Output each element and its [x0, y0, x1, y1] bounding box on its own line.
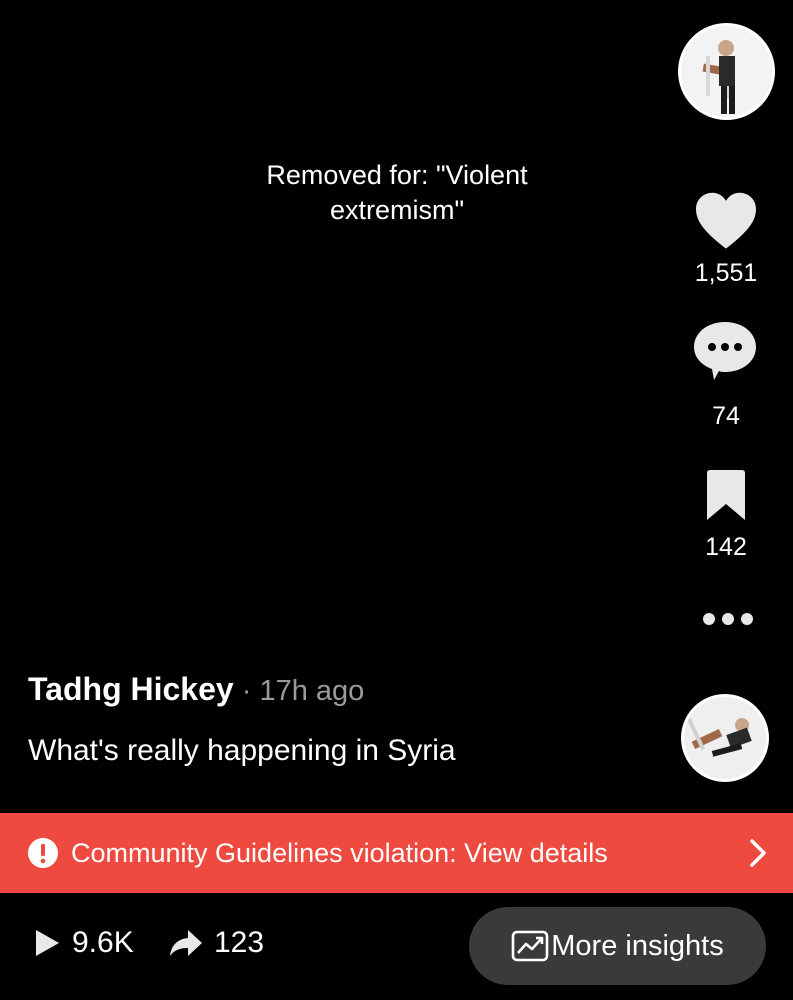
comment-count: 74 — [712, 402, 740, 430]
save-count: 142 — [705, 533, 747, 561]
removed-notice: Removed for: "Violent extremism" — [266, 160, 528, 225]
separator-dot: · — [233, 675, 260, 707]
more-insights-label: More insights — [551, 929, 724, 962]
more-options-button[interactable] — [700, 608, 756, 630]
like-button[interactable] — [693, 190, 759, 250]
views-count: 9.6K — [72, 926, 134, 959]
author-name[interactable]: Tadhg Hickey — [28, 671, 234, 707]
comment-icon — [694, 322, 756, 380]
trend-chart-icon — [511, 930, 549, 962]
alert-icon — [28, 838, 58, 868]
share-icon — [170, 930, 202, 956]
avatar-photo — [681, 26, 772, 117]
author-row: Tadhg Hickey · 17h ago — [28, 669, 364, 711]
heart-icon — [696, 192, 756, 249]
play-icon — [36, 930, 59, 956]
bookmark-icon — [707, 470, 745, 520]
sound-avatar[interactable] — [681, 694, 769, 782]
more-insights-button[interactable]: More insights — [469, 907, 766, 985]
post-time: 17h ago — [259, 675, 365, 707]
sound-photo — [684, 697, 766, 779]
views-stat: 9.6K — [32, 926, 134, 960]
profile-avatar[interactable] — [678, 23, 775, 120]
save-button[interactable] — [703, 470, 749, 520]
violation-text: Community Guidelines violation: View det… — [71, 837, 608, 868]
shares-count: 123 — [214, 926, 265, 959]
violation-banner[interactable]: Community Guidelines violation: View det… — [0, 813, 793, 893]
chevron-right-icon — [750, 839, 766, 867]
shares-stat: 123 — [168, 926, 264, 960]
ellipsis-icon — [703, 613, 753, 625]
post-caption: What's really happening in Syria — [28, 734, 456, 767]
like-count: 1,551 — [694, 259, 758, 287]
comment-button[interactable] — [692, 318, 758, 384]
